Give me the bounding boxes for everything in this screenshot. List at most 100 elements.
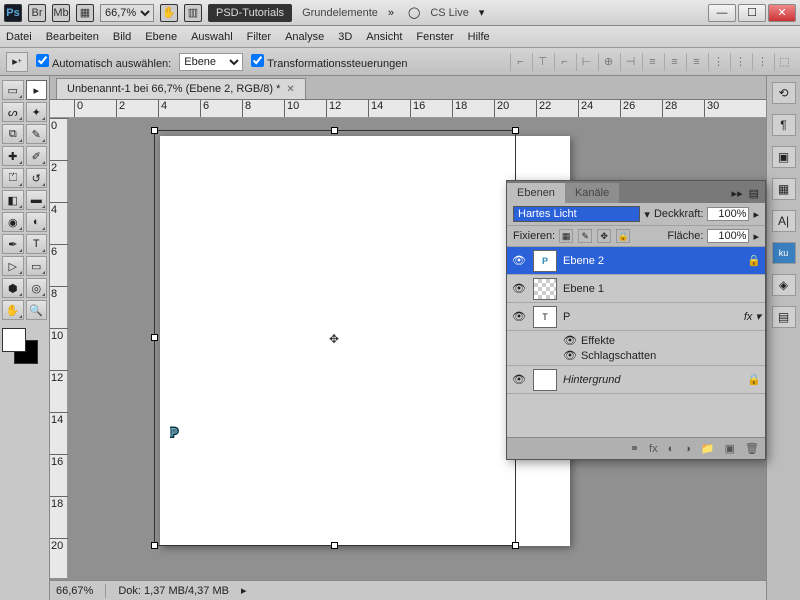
dock-character-icon[interactable]: A| [772, 210, 796, 232]
history-brush-tool[interactable]: ↺ [26, 168, 48, 188]
minibridge-icon[interactable]: Mb [52, 4, 70, 22]
gradient-tool[interactable]: ▬ [26, 190, 48, 210]
minimize-button[interactable]: — [708, 4, 736, 22]
color-swatches[interactable] [2, 328, 38, 364]
stamp-tool[interactable]: ⏍ [2, 168, 24, 188]
layer-name[interactable]: P [563, 311, 738, 323]
layer-row[interactable]: 👁 T P fx ▾ [507, 303, 765, 331]
layer-name[interactable]: Hintergrund [563, 374, 741, 386]
panel-collapse-icon[interactable]: ▸▸ [732, 187, 743, 200]
menu-fenster[interactable]: Fenster [416, 31, 453, 43]
handle-ml[interactable] [151, 334, 158, 341]
auto-select-target[interactable]: Ebene [179, 53, 243, 71]
trash-icon[interactable]: 🗑 [745, 442, 759, 455]
layer-row[interactable]: 👁 Hintergrund 🔒 [507, 366, 765, 394]
bridge-icon[interactable]: Br [28, 4, 46, 22]
shape-tool[interactable]: ▭ [26, 256, 48, 276]
adjustment-icon[interactable]: ◑ [684, 443, 691, 455]
layer-thumb[interactable]: P [533, 250, 557, 272]
marquee-tool[interactable]: ▭ [2, 80, 24, 100]
lock-transp-icon[interactable]: ▦ [559, 229, 573, 243]
hand-tool[interactable]: ✋ [2, 300, 24, 320]
workspace-tab-psd[interactable]: PSD-Tutorials [208, 4, 292, 22]
move-tool[interactable]: ▸ [26, 80, 48, 100]
transform-box[interactable]: ✥ [154, 130, 516, 546]
lasso-tool[interactable]: ᔕ [2, 102, 24, 122]
handle-tr[interactable] [512, 127, 519, 134]
menu-ansicht[interactable]: Ansicht [366, 31, 402, 43]
status-menu-icon[interactable]: ▸ [241, 584, 247, 597]
maximize-button[interactable]: ☐ [738, 4, 766, 22]
path-select-tool[interactable]: ▷ [2, 256, 24, 276]
menu-bearbeiten[interactable]: Bearbeiten [46, 31, 99, 43]
pen-tool[interactable]: ✒ [2, 234, 24, 254]
new-layer-icon[interactable]: ▣ [725, 442, 735, 455]
layer-name[interactable]: Ebene 2 [563, 255, 741, 267]
cslive-button[interactable]: CS Live [426, 7, 473, 19]
visibility-icon[interactable]: 👁 [511, 373, 527, 386]
dock-kuler-icon[interactable]: ku [772, 242, 796, 264]
dock-channels-icon[interactable]: ▤ [772, 306, 796, 328]
panel-menu-icon[interactable]: ▤ [749, 187, 759, 200]
blur-tool[interactable]: ◉ [2, 212, 24, 232]
handle-bm[interactable] [331, 542, 338, 549]
fx-badge[interactable]: fx ▾ [744, 310, 761, 323]
handle-tm[interactable] [331, 127, 338, 134]
visibility-icon[interactable]: 👁 [511, 310, 527, 323]
screen-mode-icon[interactable]: ▦ [76, 4, 94, 22]
auto-select-checkbox[interactable]: Automatisch auswählen: [36, 54, 171, 70]
dock-swatches-icon[interactable]: ▦ [772, 178, 796, 200]
eyedropper-tool[interactable]: ✎ [26, 124, 48, 144]
arrange-icon[interactable]: ▥ [184, 4, 202, 22]
zoom-readout[interactable]: 66,67% [56, 585, 93, 597]
menu-filter[interactable]: Filter [247, 31, 271, 43]
dodge-tool[interactable]: ◐ [26, 212, 48, 232]
transform-center-icon[interactable]: ✥ [329, 332, 339, 346]
close-button[interactable]: ✕ [768, 4, 796, 22]
heal-tool[interactable]: ✚ [2, 146, 24, 166]
dock-actions-icon[interactable]: ▣ [772, 146, 796, 168]
type-tool[interactable]: T [26, 234, 48, 254]
close-tab-icon[interactable]: ✕ [286, 84, 294, 95]
dock-history-icon[interactable]: ⟲ [772, 82, 796, 104]
3d-camera-tool[interactable]: ◎ [26, 278, 48, 298]
menu-hilfe[interactable]: Hilfe [468, 31, 490, 43]
workspace-tab-grund[interactable]: Grundelemente [298, 7, 382, 19]
doc-size-readout[interactable]: Dok: 1,37 MB/4,37 MB [118, 585, 229, 597]
effects-label[interactable]: Effekte [581, 335, 615, 347]
align-top-icon[interactable]: ⌐ [510, 53, 530, 71]
crop-tool[interactable]: ⧉ [2, 124, 24, 144]
layer-thumb[interactable] [533, 369, 557, 391]
blend-mode-select[interactable]: Hartes Licht [513, 206, 640, 222]
brush-tool[interactable]: ✐ [26, 146, 48, 166]
layer-thumb[interactable]: T [533, 306, 557, 328]
menu-datei[interactable]: Datei [6, 31, 32, 43]
tab-kanaele[interactable]: Kanäle [565, 183, 619, 203]
dock-paragraph-icon[interactable]: ¶ [772, 114, 796, 136]
lock-pos-icon[interactable]: ✥ [597, 229, 611, 243]
transform-controls-checkbox[interactable]: Transformationssteuerungen [251, 54, 407, 70]
layer-row[interactable]: 👁 Ebene 1 [507, 275, 765, 303]
menu-3d[interactable]: 3D [338, 31, 352, 43]
wand-tool[interactable]: ✦ [26, 102, 48, 122]
menu-auswahl[interactable]: Auswahl [191, 31, 233, 43]
layer-name[interactable]: Ebene 1 [563, 283, 761, 295]
fill-input[interactable]: 100% [707, 229, 749, 243]
link-layers-icon[interactable]: ⚭ [630, 442, 639, 455]
tab-ebenen[interactable]: Ebenen [507, 183, 565, 203]
handle-tl[interactable] [151, 127, 158, 134]
opacity-input[interactable]: 100% [707, 207, 749, 221]
effect-item[interactable]: Schlagschatten [581, 350, 656, 362]
group-icon[interactable]: 📁 [701, 442, 715, 455]
layer-thumb[interactable] [533, 278, 557, 300]
more-workspaces-icon[interactable]: » [388, 7, 394, 19]
layer-row[interactable]: 👁 P Ebene 2 🔒 [507, 247, 765, 275]
document-tab[interactable]: Unbenannt-1 bei 66,7% (Ebene 2, RGB/8) *… [56, 78, 306, 99]
fx-menu-icon[interactable]: fx [649, 443, 658, 455]
visibility-icon[interactable]: 👁 [511, 282, 527, 295]
zoom-select[interactable]: 66,7% [100, 4, 154, 22]
visibility-icon[interactable]: 👁 [511, 254, 527, 267]
lock-all-icon[interactable]: 🔒 [616, 229, 630, 243]
menu-ebene[interactable]: Ebene [145, 31, 177, 43]
mask-icon[interactable]: ◐ [668, 443, 675, 455]
